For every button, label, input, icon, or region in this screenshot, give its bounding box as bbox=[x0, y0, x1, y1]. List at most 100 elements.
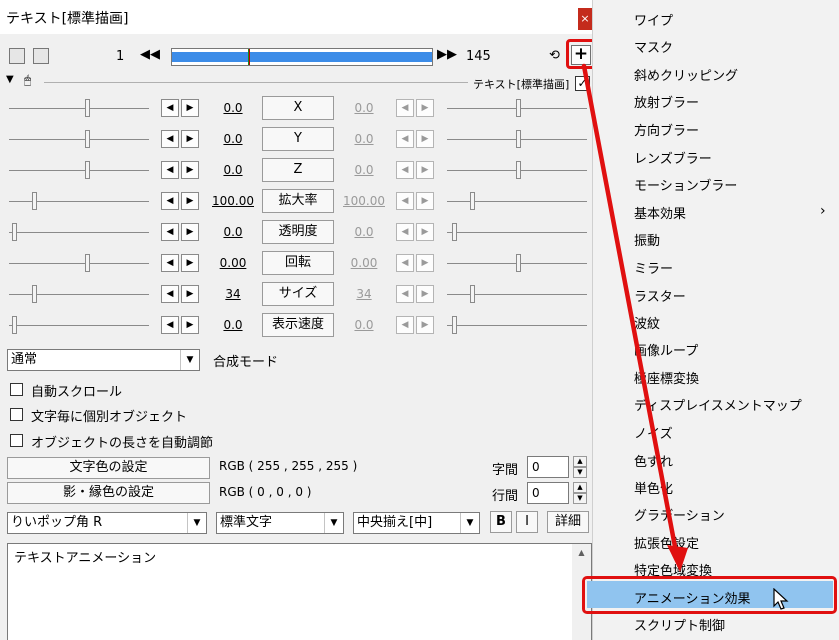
param-name-button[interactable]: 拡大率 bbox=[262, 189, 334, 213]
char-spacing-input[interactable]: 0 bbox=[527, 456, 569, 478]
param-left-increment[interactable]: ▶ bbox=[181, 316, 199, 334]
section-enable-checkbox[interactable]: ✓ bbox=[575, 76, 590, 91]
close-button[interactable]: × bbox=[578, 8, 592, 30]
menu-item[interactable]: 振動 bbox=[634, 230, 660, 249]
param-right-increment[interactable]: ▶ bbox=[416, 285, 434, 303]
param-right-value[interactable]: 0.0 bbox=[343, 101, 385, 115]
seek-bar[interactable] bbox=[171, 48, 433, 66]
line-spacing-up[interactable]: ▲ bbox=[573, 482, 587, 493]
char-spacing-down[interactable]: ▼ bbox=[573, 467, 587, 478]
menu-item[interactable]: 極座標変換 bbox=[634, 368, 699, 387]
param-left-slider[interactable] bbox=[85, 161, 90, 179]
menu-item[interactable]: ワイプ bbox=[634, 10, 673, 29]
camera-icon[interactable] bbox=[9, 48, 25, 64]
param-name-button[interactable]: X bbox=[262, 96, 334, 120]
param-right-value[interactable]: 0.0 bbox=[343, 225, 385, 239]
param-left-increment[interactable]: ▶ bbox=[181, 161, 199, 179]
param-left-value[interactable]: 0.0 bbox=[212, 225, 254, 239]
param-left-value[interactable]: 34 bbox=[212, 287, 254, 301]
param-right-slider[interactable] bbox=[470, 285, 475, 303]
param-left-increment[interactable]: ▶ bbox=[181, 254, 199, 272]
menu-item[interactable]: ノイズ bbox=[634, 423, 673, 442]
menu-item[interactable]: ミラー bbox=[634, 258, 673, 277]
param-right-decrement[interactable]: ◀ bbox=[396, 223, 414, 241]
menu-item[interactable]: マスク bbox=[634, 37, 673, 56]
menu-item[interactable]: 基本効果 bbox=[634, 203, 686, 222]
param-name-button[interactable]: Y bbox=[262, 127, 334, 151]
menu-item[interactable]: 拡張色設定 bbox=[634, 533, 699, 552]
param-right-increment[interactable]: ▶ bbox=[416, 99, 434, 117]
param-left-increment[interactable]: ▶ bbox=[181, 285, 199, 303]
param-right-increment[interactable]: ▶ bbox=[416, 161, 434, 179]
param-right-decrement[interactable]: ◀ bbox=[396, 316, 414, 334]
param-right-increment[interactable]: ▶ bbox=[416, 254, 434, 272]
param-right-slider[interactable] bbox=[516, 254, 521, 272]
line-spacing-down[interactable]: ▼ bbox=[573, 493, 587, 504]
param-left-increment[interactable]: ▶ bbox=[181, 223, 199, 241]
param-left-value[interactable]: 0.0 bbox=[212, 163, 254, 177]
param-left-decrement[interactable]: ◀ bbox=[161, 285, 179, 303]
menu-item[interactable]: 斜めクリッピング bbox=[634, 65, 738, 84]
param-left-decrement[interactable]: ◀ bbox=[161, 99, 179, 117]
param-left-decrement[interactable]: ◀ bbox=[161, 192, 179, 210]
param-right-value[interactable]: 100.00 bbox=[343, 194, 385, 208]
param-left-decrement[interactable]: ◀ bbox=[161, 254, 179, 272]
param-left-slider[interactable] bbox=[85, 254, 90, 272]
param-right-increment[interactable]: ▶ bbox=[416, 223, 434, 241]
param-right-value[interactable]: 34 bbox=[343, 287, 385, 301]
menu-item[interactable]: 色ずれ bbox=[634, 451, 673, 470]
menu-item[interactable]: 波紋 bbox=[634, 313, 660, 332]
param-right-decrement[interactable]: ◀ bbox=[396, 285, 414, 303]
line-spacing-input[interactable]: 0 bbox=[527, 482, 569, 504]
loop-icon[interactable]: ⟲ bbox=[549, 48, 560, 63]
per-char-object-checkbox[interactable] bbox=[10, 408, 23, 421]
auto-length-checkbox[interactable] bbox=[10, 434, 23, 447]
menu-item[interactable]: スクリプト制御 bbox=[634, 615, 725, 634]
param-right-decrement[interactable]: ◀ bbox=[396, 254, 414, 272]
param-name-button[interactable]: 回転 bbox=[262, 251, 334, 275]
menu-item[interactable]: モーションブラー bbox=[634, 175, 737, 194]
param-left-value[interactable]: 0.0 bbox=[212, 101, 254, 115]
scroll-up-icon[interactable]: ▲ bbox=[572, 548, 591, 557]
param-name-button[interactable]: 透明度 bbox=[262, 220, 334, 244]
param-right-value[interactable]: 0.00 bbox=[343, 256, 385, 270]
text-content-input[interactable]: テキストアニメーション bbox=[7, 543, 592, 640]
align-select[interactable]: 中央揃え[中] ▼ bbox=[353, 512, 480, 534]
param-left-value[interactable]: 0.0 bbox=[212, 318, 254, 332]
menu-item[interactable]: 放射ブラー bbox=[634, 92, 699, 111]
char-spacing-up[interactable]: ▲ bbox=[573, 456, 587, 467]
param-right-value[interactable]: 0.0 bbox=[343, 163, 385, 177]
param-right-slider[interactable] bbox=[452, 316, 457, 334]
shadow-color-button[interactable]: 影・縁色の設定 bbox=[7, 482, 210, 504]
grid-icon[interactable] bbox=[33, 48, 49, 64]
text-style-select[interactable]: 標準文字 ▼ bbox=[216, 512, 344, 534]
param-left-slider[interactable] bbox=[32, 192, 37, 210]
param-left-slider[interactable] bbox=[85, 99, 90, 117]
param-right-increment[interactable]: ▶ bbox=[416, 316, 434, 334]
param-left-value[interactable]: 0.0 bbox=[212, 132, 254, 146]
param-left-increment[interactable]: ▶ bbox=[181, 99, 199, 117]
param-left-increment[interactable]: ▶ bbox=[181, 192, 199, 210]
param-left-increment[interactable]: ▶ bbox=[181, 130, 199, 148]
param-left-slider[interactable] bbox=[12, 316, 17, 334]
menu-item[interactable]: 画像ループ bbox=[634, 340, 698, 359]
param-name-button[interactable]: 表示速度 bbox=[262, 313, 334, 337]
param-right-decrement[interactable]: ◀ bbox=[396, 130, 414, 148]
param-right-increment[interactable]: ▶ bbox=[416, 130, 434, 148]
prev-frame-button[interactable]: ◀◀ bbox=[140, 46, 160, 64]
param-right-decrement[interactable]: ◀ bbox=[396, 161, 414, 179]
menu-item[interactable]: 単色化 bbox=[634, 478, 673, 497]
param-left-decrement[interactable]: ◀ bbox=[161, 316, 179, 334]
param-right-slider[interactable] bbox=[516, 99, 521, 117]
bold-button[interactable]: B bbox=[490, 511, 512, 533]
next-frame-button[interactable]: ▶▶ bbox=[437, 46, 457, 64]
param-left-slider[interactable] bbox=[12, 223, 17, 241]
italic-button[interactable]: I bbox=[516, 511, 538, 533]
param-right-slider[interactable] bbox=[516, 130, 521, 148]
menu-item[interactable]: ディスプレイスメントマップ bbox=[634, 395, 802, 414]
param-right-slider[interactable] bbox=[516, 161, 521, 179]
menu-item[interactable]: グラデーション bbox=[634, 505, 725, 524]
font-select[interactable]: りいポップ角 R ▼ bbox=[7, 512, 207, 534]
param-right-increment[interactable]: ▶ bbox=[416, 192, 434, 210]
blend-mode-select[interactable]: 通常 ▼ bbox=[7, 349, 200, 371]
